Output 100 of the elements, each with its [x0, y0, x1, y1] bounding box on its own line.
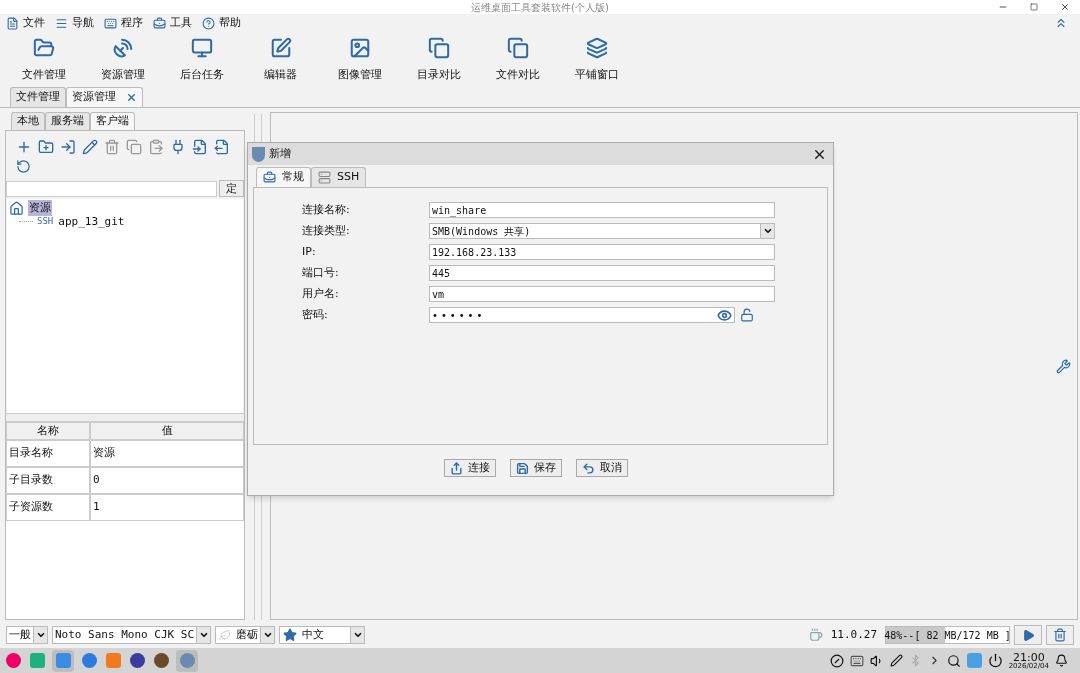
table-cell: 1 [90, 494, 244, 521]
satellite-dish-icon [111, 36, 134, 59]
run-button[interactable] [1014, 625, 1042, 645]
trash-icon [104, 139, 120, 155]
briefcase-icon [263, 171, 276, 184]
power-icon [987, 653, 1003, 668]
type-dropdown[interactable]: SMB(Windows 共享) [429, 223, 775, 239]
file-icon [6, 16, 19, 30]
share-icon [449, 461, 463, 475]
dialog-title: 新增 [269, 145, 292, 162]
toolbar-button[interactable]: 后台任务 [162, 36, 241, 84]
menu-item[interactable]: 工具 [153, 14, 192, 32]
dialog-button[interactable]: 取消 [575, 459, 628, 477]
field-label: 连接名称: [302, 201, 351, 218]
field-label: 连接类型: [302, 222, 351, 239]
input-field[interactable]: 445 [429, 265, 775, 281]
clock-time: 21:00 [1012, 651, 1045, 663]
window-title: 运维桌面工具套装软件(个人版) [471, 0, 609, 15]
search-field[interactable] [6, 180, 217, 197]
ssh-label: SSH [37, 215, 54, 229]
table-cell: 0 [90, 467, 244, 494]
app-icon[interactable] [152, 651, 170, 670]
password-field[interactable]: •••••• [429, 307, 735, 323]
undo-icon [581, 461, 595, 475]
document-tab[interactable]: 资源管理 [66, 87, 143, 107]
play-icon [1021, 628, 1035, 642]
folder-plus-icon [38, 139, 54, 155]
app-icon[interactable] [4, 651, 22, 670]
add-icon [16, 139, 32, 155]
toolbar-button[interactable]: 目录对比 [399, 36, 478, 84]
side-tab[interactable]: 客户端 [90, 112, 135, 130]
memory-text: 48%--[ 82 MB/172 MB ] [884, 628, 1011, 643]
toolbar-button[interactable]: 编辑器 [241, 36, 320, 84]
pen-icon [889, 654, 903, 667]
menu-icon [55, 16, 68, 30]
paste-icon [148, 139, 164, 155]
file-export-icon [214, 139, 230, 155]
leaf-icon [219, 629, 232, 641]
input-field[interactable]: vm [429, 286, 775, 302]
help-icon [202, 16, 215, 30]
bell-icon [1055, 654, 1068, 667]
dropdown[interactable]: 中文 [279, 626, 366, 644]
keyboard-icon [104, 16, 117, 30]
field-label: 密码: [302, 306, 329, 323]
refresh-icon [16, 159, 31, 174]
dialog-button[interactable]: 保存 [509, 459, 562, 477]
input-field[interactable]: win_share [429, 202, 775, 218]
server-icon [318, 171, 331, 184]
locate-button[interactable]: 定 [219, 180, 244, 197]
image-icon [348, 36, 371, 59]
copy-icon [427, 36, 450, 59]
star-icon [283, 628, 298, 642]
copy-icon [506, 36, 529, 59]
menu-item[interactable]: 文件 [6, 14, 45, 32]
dialog-button[interactable]: 连接 [443, 459, 496, 477]
app-icon[interactable] [80, 651, 98, 670]
save-icon [515, 461, 529, 475]
home-icon [9, 200, 24, 216]
dropdown[interactable]: 磨砺 [215, 626, 276, 644]
edit-icon [269, 36, 292, 59]
app-icon[interactable] [128, 651, 146, 670]
toolbar-button[interactable]: 文件对比 [478, 36, 557, 84]
plug-icon [170, 139, 186, 155]
toolbar-button[interactable]: 文件管理 [4, 36, 83, 84]
document-tab[interactable]: 文件管理 [10, 87, 66, 107]
folder-icon [32, 36, 55, 59]
menu-item[interactable]: 导航 [55, 14, 94, 32]
trash-button[interactable] [1046, 625, 1074, 645]
toolbar-button[interactable]: 资源管理 [83, 36, 162, 84]
toolbar-button[interactable]: 图像管理 [320, 36, 399, 84]
side-tab[interactable]: 本地 [11, 112, 45, 130]
dropdown[interactable]: Noto Sans Mono CJK SC [52, 626, 212, 644]
collapse-icon [1054, 16, 1068, 30]
menu-item[interactable]: 帮助 [202, 14, 241, 32]
tree-item[interactable]: app_13_git [57, 213, 126, 231]
field-label: 端口号: [302, 264, 340, 281]
field-label: IP: [302, 243, 317, 260]
side-tab[interactable]: 服务端 [45, 112, 90, 130]
maximize-icon [1030, 3, 1038, 11]
dialog-tab[interactable]: SSH [311, 167, 367, 187]
search-icon [946, 653, 961, 668]
monitor-icon [190, 36, 213, 59]
copy-icon [126, 139, 142, 155]
wrench-icon [1056, 358, 1071, 374]
app-logo-icon [252, 146, 265, 162]
menu-item[interactable]: 程序 [104, 14, 143, 32]
blocked-icon [829, 653, 844, 668]
tree-item[interactable]: 资源 [28, 199, 52, 217]
column-header: 名称 [6, 422, 90, 440]
trash-icon [1053, 628, 1067, 642]
java-version: 11.0.27 [830, 626, 877, 643]
input-field[interactable]: 192.168.23.133 [429, 244, 775, 260]
file-import-icon [192, 139, 208, 155]
keyboard-icon [849, 653, 864, 668]
eye-icon[interactable] [717, 307, 732, 323]
dialog-tab[interactable]: 常规 [256, 167, 311, 187]
dropdown[interactable]: 一般 [6, 626, 48, 644]
close-icon[interactable] [126, 92, 137, 103]
toolbar-button[interactable]: 平铺窗口 [557, 36, 636, 84]
table-cell: 目录名称 [6, 440, 90, 467]
